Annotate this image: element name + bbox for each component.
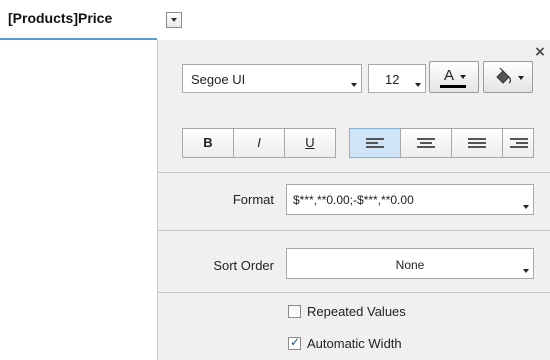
sort-order-label: Sort Order [213,258,274,273]
font-size-value: 12 [385,72,400,87]
column-header-underline [0,38,157,40]
align-justify-icon [468,138,486,150]
chevron-down-icon [351,83,357,87]
paint-bucket-icon [496,68,512,84]
repeated-values-label: Repeated Values [307,303,406,319]
bold-label: B [203,135,213,150]
format-value: $***,**0.00;-$***,**0.00 [293,193,414,207]
align-center-button[interactable] [400,128,452,158]
chevron-down-icon [415,83,421,87]
font-size-select[interactable]: 12 [368,64,426,93]
format-input[interactable]: $***,**0.00;-$***,**0.00 [286,184,534,215]
font-color-glyph: A [444,67,455,84]
italic-button[interactable]: I [233,128,285,158]
underline-button[interactable]: U [284,128,336,158]
align-justify-button[interactable] [451,128,503,158]
align-left-button[interactable] [349,128,401,158]
sort-order-select[interactable]: None [286,248,534,279]
align-left-icon [366,138,384,150]
automatic-width-option[interactable]: Automatic Width [288,334,402,352]
bold-button[interactable]: B [182,128,234,158]
font-family-select[interactable]: Segoe UI [182,64,362,93]
separator [158,292,550,293]
chevron-down-icon [460,75,466,79]
automatic-width-label: Automatic Width [307,335,402,351]
column-header-label: [Products]Price [8,10,113,26]
repeated-values-checkbox[interactable] [288,304,301,318]
align-right-icon [510,138,528,150]
close-icon[interactable]: × [534,45,546,59]
separator [158,230,550,231]
fill-color-button[interactable] [483,61,533,93]
sort-order-value: None [395,258,425,272]
align-center-icon [417,138,435,150]
font-family-value: Segoe UI [191,72,246,87]
column-header[interactable]: [Products]Price [0,0,188,40]
align-right-button[interactable] [502,128,534,158]
field-properties-panel: × Segoe UI 12 A B I U Format $***,**0.00… [157,40,550,360]
underline-label: U [305,135,315,150]
chevron-down-icon [523,269,529,273]
automatic-width-checkbox[interactable] [288,335,301,350]
column-dropdown-button[interactable] [166,12,182,28]
chevron-down-icon [523,205,529,209]
font-color-swatch [440,85,466,88]
italic-label: I [257,135,261,150]
repeated-values-option[interactable]: Repeated Values [288,302,406,320]
format-label: Format [232,192,274,207]
chevron-down-icon [518,76,524,80]
font-color-button[interactable]: A [429,61,479,93]
separator [158,172,550,173]
